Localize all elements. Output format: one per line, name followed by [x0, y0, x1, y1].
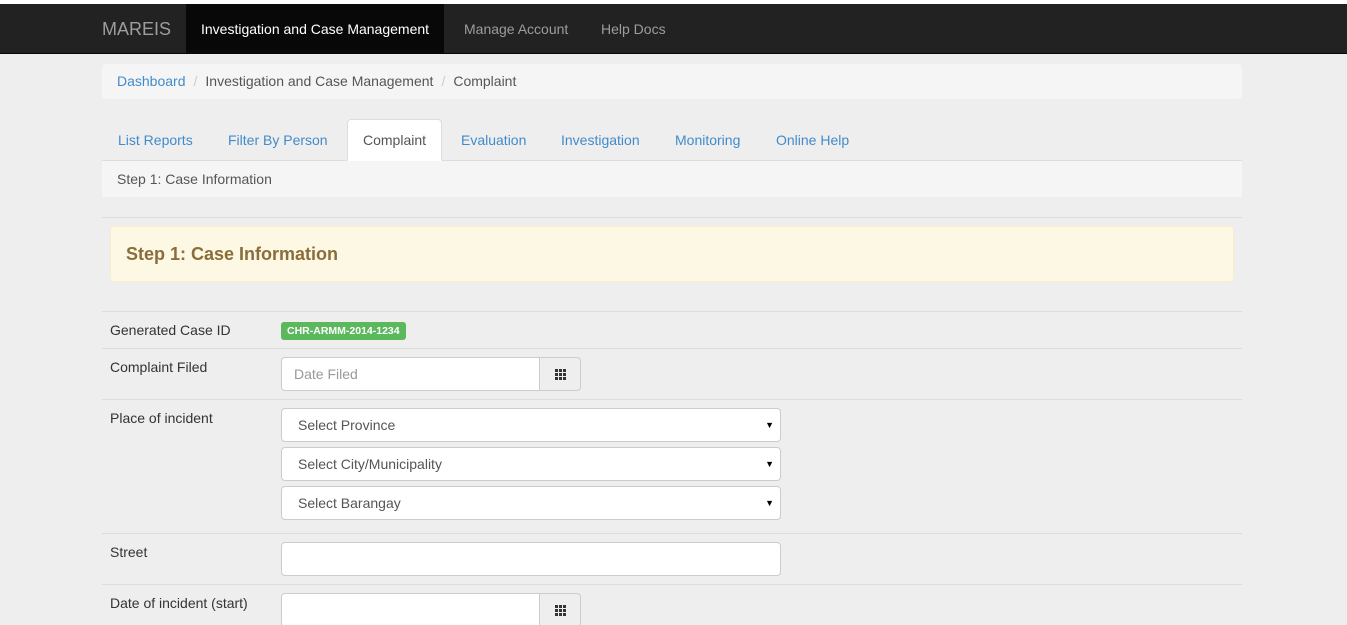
tab-investigation[interactable]: Investigation: [545, 119, 656, 161]
date-start-input[interactable]: [281, 593, 540, 625]
date-filed-input[interactable]: Date Filed: [281, 357, 540, 391]
date-start-calendar-button[interactable]: [539, 593, 581, 625]
tab-list-reports[interactable]: List Reports: [102, 119, 209, 161]
tab-monitoring[interactable]: Monitoring: [659, 119, 756, 161]
tab-filter-by-person[interactable]: Filter By Person: [212, 119, 344, 161]
place-of-incident-label: Place of incident: [110, 410, 213, 426]
case-id-label: Generated Case ID: [110, 322, 231, 338]
breadcrumb-dashboard-link[interactable]: Dashboard: [117, 73, 186, 89]
city-municipality-select[interactable]: Select City/Municipality ▼: [281, 447, 781, 481]
date-start-label: Date of incident (start): [110, 595, 248, 611]
nav-investigation-case-management[interactable]: Investigation and Case Management: [186, 4, 445, 54]
province-select[interactable]: Select Province ▼: [281, 408, 781, 442]
breadcrumb-separator: /: [193, 73, 198, 89]
nav-help-docs[interactable]: Help Docs: [586, 4, 681, 54]
case-tabs: List Reports Filter By Person Complaint …: [102, 119, 1242, 161]
date-filed-calendar-button[interactable]: [539, 357, 581, 391]
city-select-value: Select City/Municipality: [298, 456, 442, 472]
street-input[interactable]: [281, 542, 781, 576]
tab-evaluation[interactable]: Evaluation: [445, 119, 542, 161]
caret-down-icon: ▼: [765, 459, 774, 469]
top-navbar: MAREIS Investigation and Case Management…: [0, 4, 1347, 54]
step-panel-title: Step 1: Case Information: [126, 244, 339, 264]
breadcrumb-complaint: Complaint: [453, 73, 517, 89]
street-label: Street: [110, 544, 148, 560]
step-panel-heading: Step 1: Case Information: [110, 226, 1234, 282]
barangay-select[interactable]: Select Barangay ▼: [281, 486, 781, 520]
date-filed-placeholder: Date Filed: [294, 366, 358, 382]
caret-down-icon: ▼: [765, 498, 774, 508]
divider: [102, 584, 1242, 585]
breadcrumb: Dashboard / Investigation and Case Managem…: [102, 64, 1242, 99]
step-indicator: Step 1: Case Information: [102, 161, 1242, 197]
divider: [102, 399, 1242, 400]
divider: [102, 217, 1242, 218]
breadcrumb-separator: /: [441, 73, 446, 89]
case-id-badge: CHR-ARMM-2014-1234: [281, 322, 406, 340]
calendar-grid-icon: [554, 604, 566, 616]
nav-manage-account[interactable]: Manage Account: [449, 4, 583, 54]
calendar-grid-icon: [554, 368, 566, 380]
tab-complaint[interactable]: Complaint: [347, 119, 443, 161]
brand-logo[interactable]: MAREIS: [102, 4, 171, 54]
divider: [102, 348, 1242, 349]
breadcrumb-investigation: Investigation and Case Management: [205, 73, 434, 89]
divider: [102, 311, 1242, 312]
complaint-filed-label: Complaint Filed: [110, 359, 208, 375]
divider: [102, 533, 1242, 534]
tab-online-help[interactable]: Online Help: [760, 119, 865, 161]
province-select-value: Select Province: [298, 417, 396, 433]
barangay-select-value: Select Barangay: [298, 495, 401, 511]
caret-down-icon: ▼: [765, 420, 774, 430]
